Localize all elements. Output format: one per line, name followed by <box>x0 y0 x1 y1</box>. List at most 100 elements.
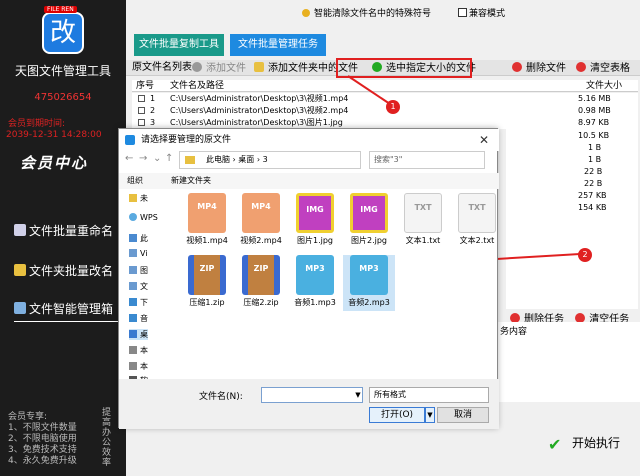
file-item[interactable]: MP3 音频1.mp3 <box>289 255 341 311</box>
nav-label: 文件夹批量改名 <box>29 264 114 278</box>
row-size: 22 B <box>584 179 603 188</box>
special-chars-option[interactable]: 智能清除文件名中的特殊符号 <box>302 6 431 19</box>
table-row[interactable]: 2 C:\Users\Administrator\Desktop\3\视频2.m… <box>132 105 638 117</box>
row-size: 22 B <box>584 167 603 176</box>
video-icon <box>129 249 137 257</box>
address-bar[interactable]: 此电脑 › 桌面 › 3 <box>179 151 361 169</box>
new-folder-button[interactable]: 新建文件夹 <box>171 173 211 189</box>
row-no: 2 <box>150 106 156 115</box>
tab-copy-tool[interactable]: 文件批量复制工具 <box>134 34 224 56</box>
delete-file-button[interactable]: 删除文件 <box>512 62 566 75</box>
tree-item-desktop[interactable]: 桌 <box>129 329 148 340</box>
row-size: 0.98 MB <box>578 106 611 115</box>
tree-label: 本 <box>140 346 148 355</box>
file-item[interactable]: ZIP 压缩2.zip <box>235 255 287 311</box>
audio-file-icon: MP3 <box>296 255 334 295</box>
compat-mode-checkbox[interactable]: 兼容模式 <box>458 6 505 19</box>
vip-line: 3、免费技术支持 <box>8 445 77 455</box>
dialog-app-icon <box>125 135 135 145</box>
chevron-down-icon[interactable]: ▼ <box>353 387 363 403</box>
search-input[interactable]: 搜索"3" <box>369 151 485 169</box>
file-item[interactable]: TXT 文本2.txt <box>451 193 503 249</box>
file-type-select[interactable]: 所有格式 <box>369 387 489 403</box>
up-arrow-icon[interactable]: ↑ <box>165 153 173 164</box>
cancel-button[interactable]: 取消 <box>437 407 489 423</box>
plus-icon <box>192 62 202 72</box>
filename-input[interactable] <box>261 387 363 403</box>
nav-file-rename[interactable]: 文件批量重命名 <box>14 222 126 244</box>
nav-file-manager[interactable]: 文件智能管理箱 <box>14 300 126 322</box>
tree-label: 本 <box>140 362 148 371</box>
file-grid: MP4 视频1.mp4 MP4 视频2.mp4 IMG 图片1.jpg IMG 图片2.… <box>181 193 496 373</box>
member-center-button[interactable]: 会员中心 <box>20 152 88 173</box>
back-arrow-icon[interactable]: ← <box>125 153 133 164</box>
vip-line: 会员专享: <box>8 412 48 422</box>
app-logo: 改 <box>42 12 84 54</box>
chevron-down-icon[interactable]: ⌄ <box>153 153 161 164</box>
download-icon <box>129 298 137 306</box>
tab-manage-task[interactable]: 文件批量管理任务 <box>230 34 326 56</box>
file-item[interactable]: IMG 图片1.jpg <box>289 193 341 249</box>
close-icon[interactable]: ✕ <box>479 133 489 147</box>
desktop-icon <box>129 330 137 338</box>
expire-value: 2039-12-31 14:28:00 <box>6 130 102 140</box>
document-icon <box>14 224 26 236</box>
minus-icon <box>576 62 586 72</box>
row-size: 1 B <box>588 155 602 164</box>
tree-item[interactable]: 图 <box>129 265 148 276</box>
text-file-icon: TXT <box>458 193 496 233</box>
breadcrumb-item[interactable]: 桌面 <box>238 155 254 164</box>
breadcrumb-item[interactable]: 此电脑 <box>206 155 230 164</box>
file-list-label: 原文件名列表: <box>132 62 196 73</box>
execute-button[interactable]: ✔ 开始执行 <box>548 434 620 454</box>
vip-line: 1、不限文件数量 <box>8 423 77 433</box>
file-item[interactable]: MP4 视频2.mp4 <box>235 193 287 249</box>
tree-item[interactable]: WPS <box>129 213 158 222</box>
tree-label: 下 <box>140 298 148 307</box>
tree-item[interactable]: 音 <box>129 313 148 324</box>
annotation-box <box>336 58 472 78</box>
tree-item[interactable]: 本 <box>129 345 148 356</box>
column-no: 序号 <box>136 81 155 91</box>
table-row[interactable]: 1 C:\Users\Administrator\Desktop\3\视频1.m… <box>132 93 638 105</box>
size-column-area: 10.5 KB 1 B 1 B 22 B 22 B 257 KB 154 KB <box>506 129 638 309</box>
vip-slogan: 提高办公效率 <box>102 408 112 468</box>
tree-item[interactable]: 此 <box>129 233 148 244</box>
file-item[interactable]: ZIP 压缩1.zip <box>181 255 233 311</box>
file-item[interactable]: IMG 图片2.jpg <box>343 193 395 249</box>
row-checkbox[interactable] <box>138 119 145 126</box>
file-item[interactable]: TXT 文本1.txt <box>397 193 449 249</box>
logo-badge: FILE REN <box>44 6 77 13</box>
open-file-dialog: 请选择要管理的原文件 ✕ ← → ⌄ ↑ 此电脑 › 桌面 › 3 搜索"3" … <box>118 128 499 429</box>
vip-line: 2、不限电脑使用 <box>8 434 77 444</box>
breadcrumb-item[interactable]: 3 <box>263 155 268 164</box>
add-file-button[interactable]: 添加文件 <box>192 62 246 75</box>
tree-item[interactable]: Vi <box>129 249 148 258</box>
organize-button[interactable]: 组织 <box>127 173 143 189</box>
clear-table-label: 清空表格 <box>590 63 630 74</box>
music-icon <box>129 314 137 322</box>
open-dropdown-icon[interactable]: ▼ <box>425 407 435 423</box>
annotation-badge-1: 1 <box>386 100 400 114</box>
row-checkbox[interactable] <box>138 95 145 102</box>
clear-table-button[interactable]: 清空表格 <box>576 62 630 75</box>
tree-item[interactable]: 下 <box>129 297 148 308</box>
nav-folder-rename[interactable]: 文件夹批量改名 <box>14 262 126 284</box>
tree-item[interactable]: 未 <box>129 193 148 204</box>
text-file-icon: TXT <box>404 193 442 233</box>
gamepad-icon <box>14 302 26 314</box>
audio-file-icon: MP3 <box>350 255 388 295</box>
forward-arrow-icon[interactable]: → <box>139 153 147 164</box>
open-button[interactable]: 打开(O) <box>369 407 425 423</box>
tree-item[interactable]: 文 <box>129 281 148 292</box>
row-checkbox[interactable] <box>138 107 145 114</box>
row-path: C:\Users\Administrator\Desktop\3\视频1.mp4 <box>170 94 349 103</box>
file-name: 音频2.mp3 <box>348 298 390 307</box>
file-item-selected[interactable]: MP3 音频2.mp3 <box>343 255 395 311</box>
drive-icon <box>129 346 137 354</box>
pin-icon <box>302 9 310 17</box>
tree-item[interactable]: 本 <box>129 361 148 372</box>
file-item[interactable]: MP4 视频1.mp4 <box>181 193 233 249</box>
file-name: 文本2.txt <box>459 236 495 245</box>
row-size: 10.5 KB <box>578 131 610 140</box>
